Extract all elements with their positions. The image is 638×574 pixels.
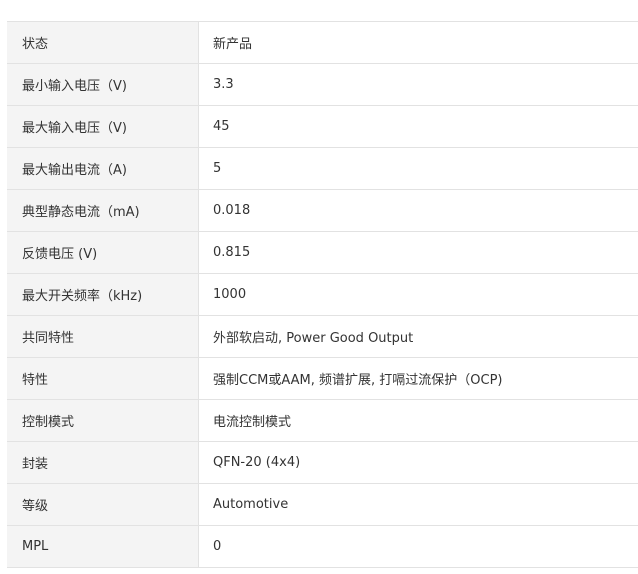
table-row: 等级 Automotive — [7, 483, 638, 526]
spec-value: 外部软启动, Power Good Output — [198, 315, 638, 358]
spec-value: 新产品 — [198, 21, 638, 64]
spec-value: Automotive — [198, 483, 638, 526]
spec-value: 45 — [198, 105, 638, 148]
spec-table: 状态 新产品 最小输入电压（V) 3.3 最大输入电压（V) 45 最大输出电流… — [7, 21, 638, 568]
spec-value: 0 — [198, 525, 638, 568]
table-row: 最小输入电压（V) 3.3 — [7, 63, 638, 106]
spec-value: 电流控制模式 — [198, 399, 638, 442]
table-row: 共同特性 外部软启动, Power Good Output — [7, 315, 638, 358]
spec-value: 强制CCM或AAM, 频谱扩展, 打嗝过流保护（OCP) — [198, 357, 638, 400]
spec-label: 状态 — [7, 21, 199, 64]
spec-value: QFN-20 (4x4) — [198, 441, 638, 484]
table-row: 典型静态电流（mA) 0.018 — [7, 189, 638, 232]
spec-value: 0.018 — [198, 189, 638, 232]
spec-label: 等级 — [7, 483, 199, 526]
spec-value: 5 — [198, 147, 638, 190]
spec-label: 反馈电压 (V) — [7, 231, 199, 274]
spec-label: 典型静态电流（mA) — [7, 189, 199, 232]
spec-label: 最大开关频率（kHz) — [7, 273, 199, 316]
table-row: 控制模式 电流控制模式 — [7, 399, 638, 442]
spec-label: 共同特性 — [7, 315, 199, 358]
spec-value: 1000 — [198, 273, 638, 316]
spec-label: 最小输入电压（V) — [7, 63, 199, 106]
spec-value: 0.815 — [198, 231, 638, 274]
table-row: 特性 强制CCM或AAM, 频谱扩展, 打嗝过流保护（OCP) — [7, 357, 638, 400]
spec-label: 控制模式 — [7, 399, 199, 442]
table-row: 反馈电压 (V) 0.815 — [7, 231, 638, 274]
spec-label: MPL — [7, 525, 199, 568]
spec-value: 3.3 — [198, 63, 638, 106]
spec-label: 最大输出电流（A) — [7, 147, 199, 190]
table-row: 封装 QFN-20 (4x4) — [7, 441, 638, 484]
table-row: MPL 0 — [7, 525, 638, 568]
table-row: 最大输出电流（A) 5 — [7, 147, 638, 190]
spec-label: 封装 — [7, 441, 199, 484]
spec-label: 特性 — [7, 357, 199, 400]
table-row: 最大输入电压（V) 45 — [7, 105, 638, 148]
table-row: 最大开关频率（kHz) 1000 — [7, 273, 638, 316]
spec-label: 最大输入电压（V) — [7, 105, 199, 148]
table-row: 状态 新产品 — [7, 21, 638, 64]
